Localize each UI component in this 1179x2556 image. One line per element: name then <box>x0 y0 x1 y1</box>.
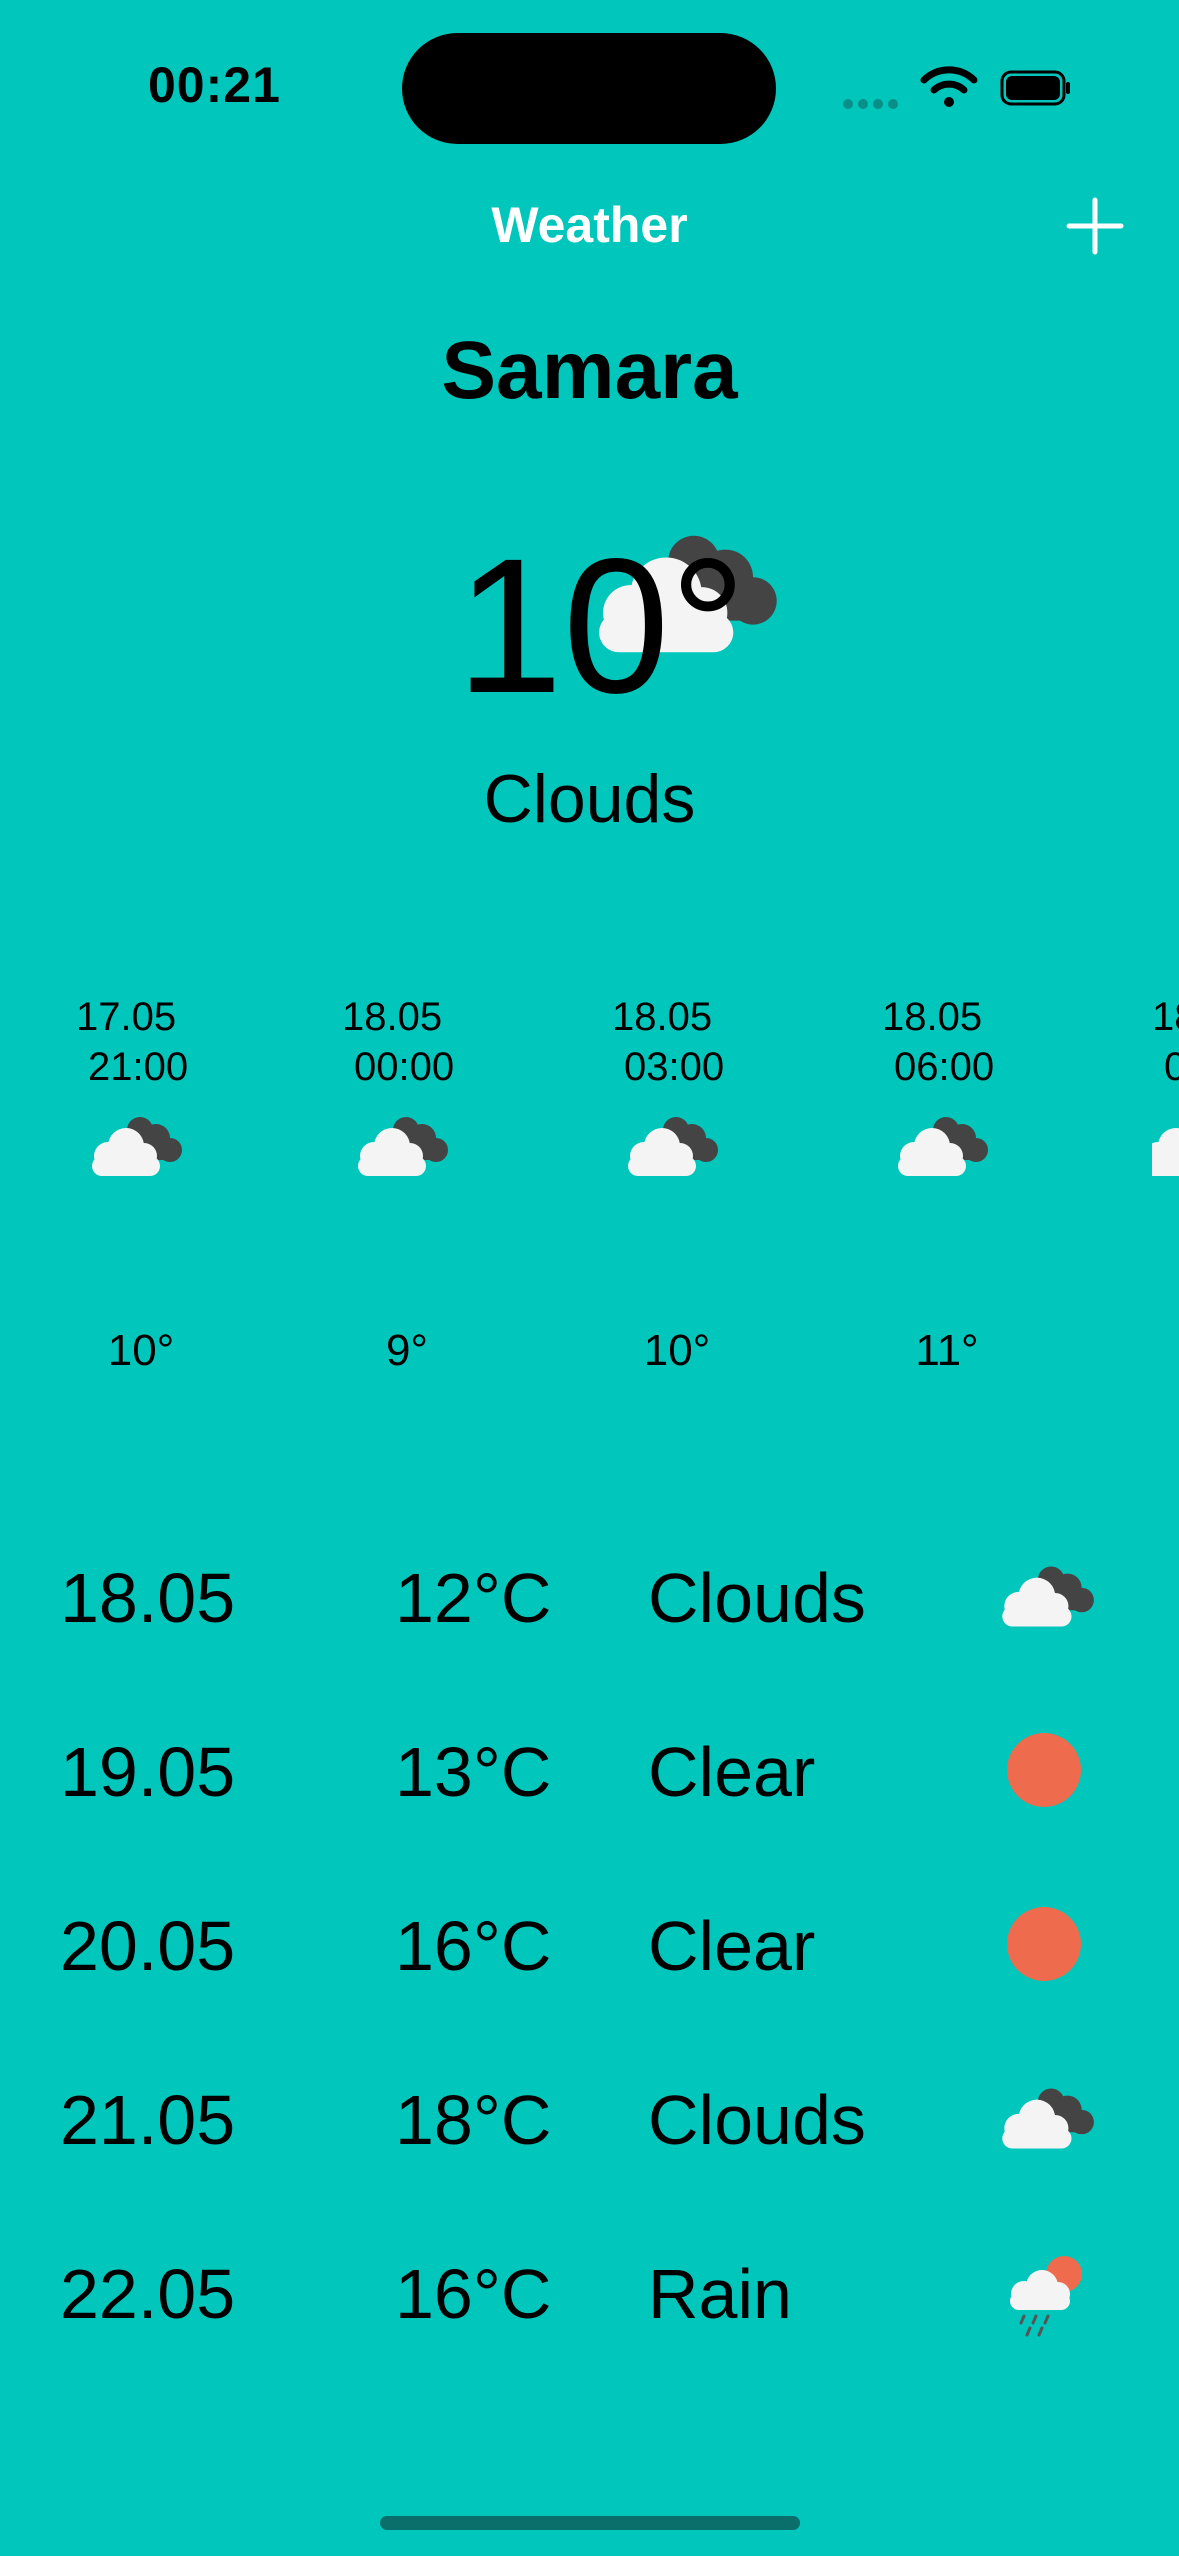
hourly-time: 06:00 <box>894 1045 995 1089</box>
daily-date: 19.05 <box>60 1733 236 1811</box>
cloud-icon <box>898 1117 988 1176</box>
hourly-temp: 10° <box>107 1326 175 1375</box>
daily-date: 21.05 <box>60 2081 236 2159</box>
cloud-icon <box>358 1117 448 1176</box>
daily-temp: 16°C <box>395 2255 552 2333</box>
cloud-icon <box>1002 1566 1094 1627</box>
hourly-date: 18.05 <box>1152 995 1179 1039</box>
cloud-icon <box>1002 2088 1094 2149</box>
daily-temp: 18°C <box>395 2081 552 2159</box>
daily-row[interactable]: 20.05 16°C Clear <box>0 1854 1179 2028</box>
daily-condition: Clear <box>648 1907 816 1985</box>
daily-row[interactable]: 19.05 13°C Clear <box>0 1680 1179 1854</box>
hourly-temp: 9° <box>385 1326 429 1375</box>
daily-row[interactable]: 22.05 16°C Rain <box>0 2202 1179 2376</box>
daily-temp: 16°C <box>395 1907 552 1985</box>
daily-condition: Clouds <box>648 1559 866 1637</box>
daily-condition: Clear <box>648 1733 816 1811</box>
daily-row[interactable]: 18.05 12°C Clouds <box>0 1506 1179 1680</box>
city-name: Samara <box>441 325 738 416</box>
hourly-temp: 10° <box>643 1326 711 1375</box>
current-temperature: 10° <box>456 518 747 733</box>
hourly-date: 18.05 <box>342 995 443 1039</box>
hourly-date: 18.05 <box>882 995 983 1039</box>
hourly-time: 09:00 <box>1164 1045 1179 1089</box>
daily-temp: 12°C <box>395 1559 552 1637</box>
hourly-time: 03:00 <box>624 1045 725 1089</box>
dynamic-island <box>402 33 776 144</box>
daily-condition: Rain <box>648 2255 792 2333</box>
hourly-date: 18.05 <box>612 995 713 1039</box>
daily-condition: Clouds <box>648 2081 866 2159</box>
hourly-time: 21:00 <box>88 1045 189 1089</box>
hourly-date: 17.05 <box>76 995 177 1039</box>
plus-icon[interactable] <box>1065 196 1125 256</box>
hourly-time: 00:00 <box>354 1045 455 1089</box>
cellular-signal-icon <box>843 96 907 109</box>
battery-icon <box>1000 70 1070 106</box>
wifi-icon <box>920 66 978 107</box>
current-condition: Clouds <box>483 761 696 837</box>
daily-date: 22.05 <box>60 2255 236 2333</box>
home-indicator[interactable] <box>380 2516 800 2530</box>
nav-title: Weather <box>491 197 688 253</box>
daily-date: 20.05 <box>60 1907 236 1985</box>
hourly-item: 18.05 09:00 <box>1152 992 1179 1412</box>
sun-icon <box>1007 1907 1081 1981</box>
daily-row[interactable]: 21.05 18°C Clouds <box>0 2028 1179 2202</box>
cloud-icon <box>92 1117 182 1176</box>
status-time: 00:21 <box>148 57 281 113</box>
daily-date: 18.05 <box>60 1559 236 1637</box>
hourly-temp: 11° <box>915 1326 979 1375</box>
cloud-icon <box>1152 1128 1179 1176</box>
rain-icon <box>1010 2256 1082 2337</box>
cloud-icon <box>628 1117 718 1176</box>
daily-temp: 13°C <box>395 1733 552 1811</box>
sun-icon <box>1007 1733 1081 1807</box>
